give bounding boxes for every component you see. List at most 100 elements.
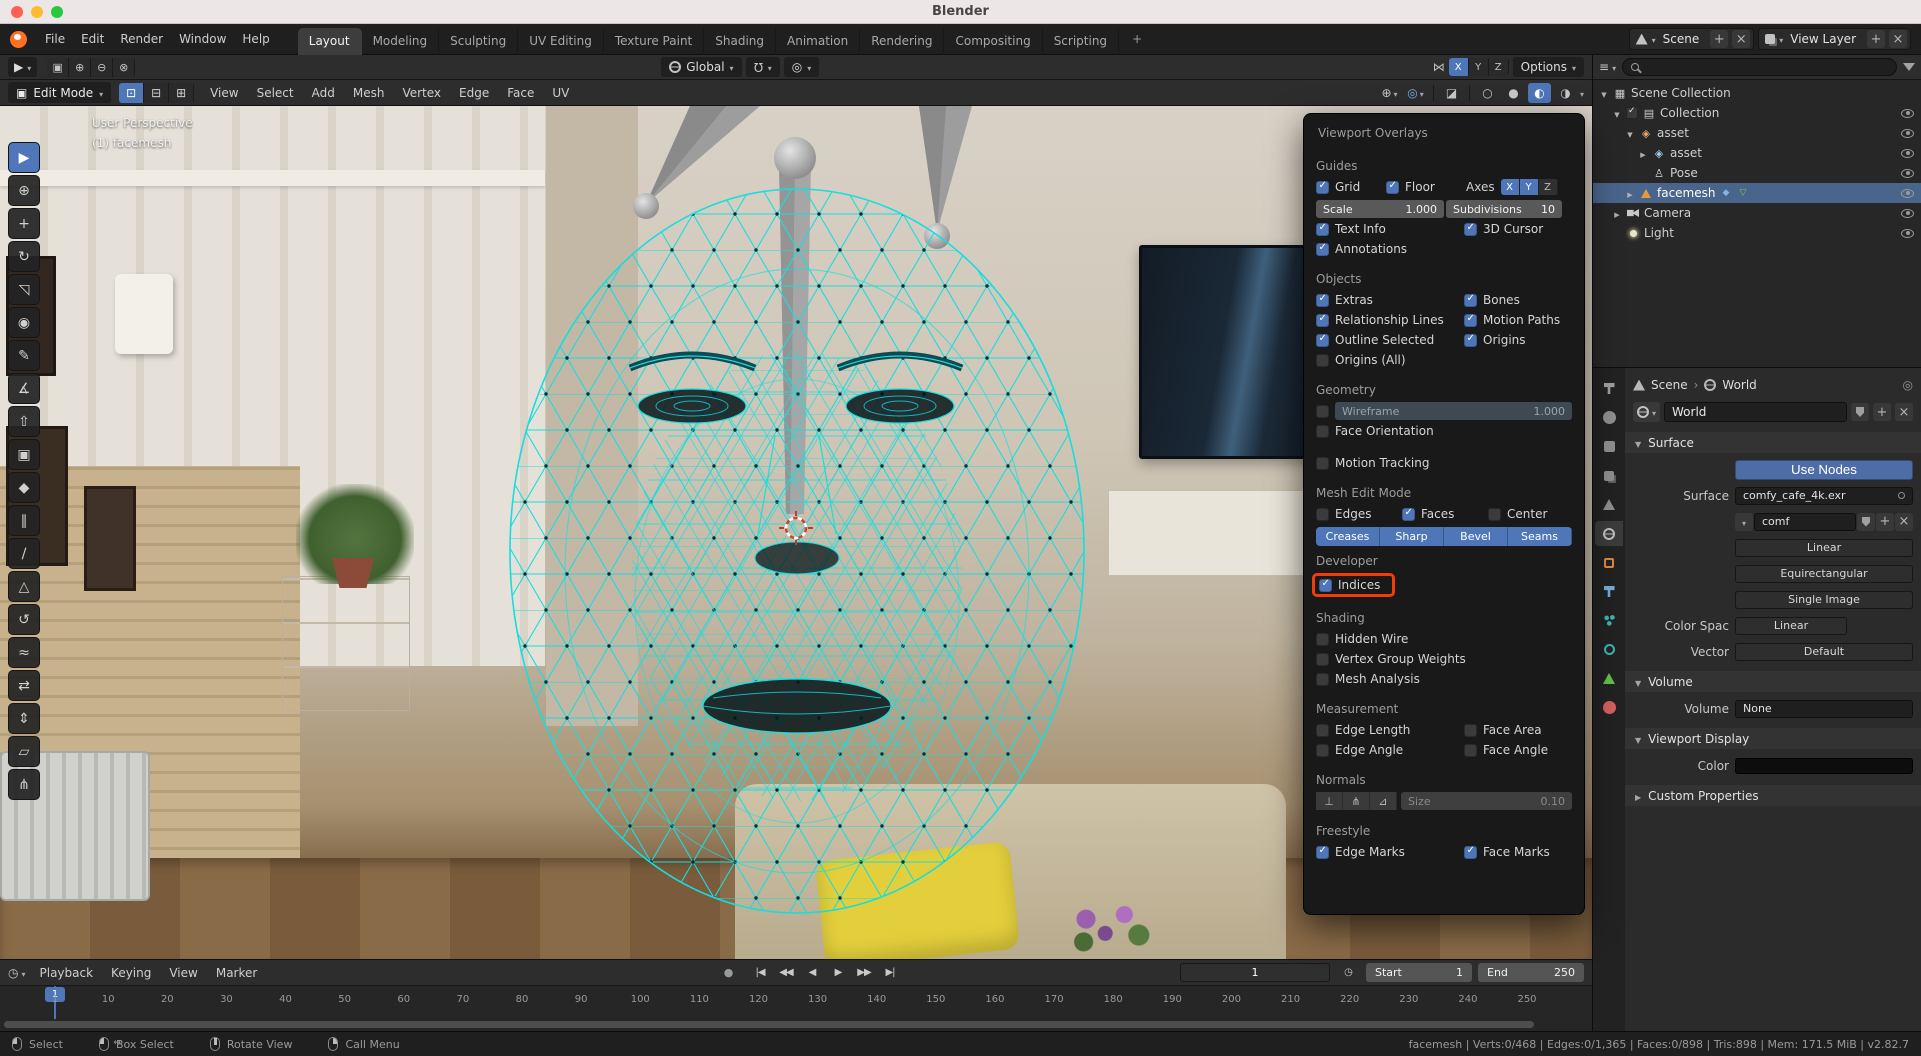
mirror-x-toggle[interactable]: X [1449, 58, 1469, 76]
split-normals-toggle[interactable] [1343, 792, 1370, 810]
tool-scale[interactable]: ◹ [8, 274, 40, 305]
zoom-window-button[interactable] [51, 6, 63, 18]
select-set-button[interactable]: ▣ [47, 58, 69, 77]
scene-selector[interactable]: Scene [1629, 28, 1755, 50]
visibility-eye-icon[interactable] [1901, 229, 1914, 238]
tool-cursor[interactable]: ⊕ [8, 175, 40, 206]
frame-ruler[interactable]: 1 11020304050607080901001101201301401501… [0, 986, 1592, 1019]
visibility-eye-icon[interactable] [1901, 149, 1914, 158]
new-scene-button[interactable] [1710, 30, 1728, 48]
tool-smooth[interactable]: ≈ [8, 637, 40, 668]
blender-logo-icon[interactable] [10, 31, 27, 48]
show-gizmo-toggle[interactable]: ⊕ [1378, 83, 1401, 103]
timeline-menu-keying[interactable]: Keying [103, 963, 159, 983]
timeline-menu-marker[interactable]: Marker [208, 963, 265, 983]
workspace-tab-sculpting[interactable]: Sculpting [439, 28, 518, 55]
vector-dropdown[interactable]: Default [1735, 643, 1913, 661]
image-new-button[interactable] [1876, 513, 1894, 531]
tool-poly-build[interactable]: △ [8, 571, 40, 602]
visibility-eye-icon[interactable] [1901, 189, 1914, 198]
bevel-toggle[interactable]: Bevel [1444, 527, 1508, 546]
select-subtract-button[interactable]: ⊖ [91, 58, 113, 77]
color-space-dropdown[interactable]: Linear [1735, 617, 1847, 635]
axis-z-toggle[interactable]: Z [1539, 179, 1558, 195]
outliner-row-asset[interactable]: asset [1593, 123, 1921, 143]
seams-toggle[interactable]: Seams [1508, 527, 1572, 546]
annotations-checkbox[interactable]: Annotations [1316, 242, 1407, 256]
edge-length-checkbox[interactable]: Edge Length [1316, 723, 1464, 737]
jump-to-end-button[interactable]: ▶| [878, 963, 902, 982]
face-normals-toggle[interactable] [1370, 792, 1397, 810]
tool-move[interactable]: + [8, 208, 40, 239]
disclosure-right-icon[interactable] [1625, 186, 1635, 200]
faces-checkbox[interactable]: Faces [1402, 507, 1488, 521]
xray-toggle[interactable]: ◪ [1440, 83, 1463, 103]
mirror-z-toggle[interactable]: Z [1489, 58, 1509, 76]
hidden-wire-checkbox[interactable]: Hidden Wire [1316, 632, 1408, 646]
outliner-row-pose[interactable]: Pose [1593, 163, 1921, 183]
relationship-lines-checkbox[interactable]: Relationship Lines [1316, 313, 1464, 327]
face-marks-checkbox[interactable]: Face Marks [1464, 845, 1550, 859]
menu-file[interactable]: File [37, 29, 73, 49]
play-reverse-button[interactable]: ◀ [800, 963, 824, 982]
outline-selected-checkbox[interactable]: Outline Selected [1316, 333, 1464, 347]
next-keyframe-button[interactable]: ▶▶ [852, 963, 876, 982]
new-view-layer-button[interactable] [1867, 30, 1885, 48]
viewport-menu-select[interactable]: Select [249, 83, 302, 103]
disclosure-down-icon[interactable] [1599, 86, 1609, 100]
properties-tab-output[interactable] [1595, 434, 1623, 459]
play-button[interactable]: ▶ [826, 963, 850, 982]
properties-tab-scene[interactable] [1595, 492, 1623, 517]
workspace-tab-rendering[interactable]: Rendering [860, 28, 944, 55]
normals-size-slider[interactable]: Size0.10 [1401, 792, 1572, 810]
workspace-tab-uv-editing[interactable]: UV Editing [518, 28, 604, 55]
outliner-row-light[interactable]: Light [1593, 223, 1921, 243]
grid-scale-slider[interactable]: Scale1.000 [1316, 200, 1444, 218]
outliner-row-scene-collection[interactable]: Scene Collection [1593, 83, 1921, 103]
properties-tab-render[interactable] [1595, 405, 1623, 430]
close-window-button[interactable] [11, 6, 23, 18]
interpolation-dropdown[interactable]: Linear [1735, 539, 1913, 557]
mirror-y-toggle[interactable]: Y [1469, 58, 1489, 76]
snapping-dropdown[interactable]: Ω [746, 57, 780, 77]
viewport-menu-view[interactable]: View [202, 83, 246, 103]
current-frame-field[interactable]: 1 [1180, 963, 1330, 982]
editor-type-dropdown[interactable]: ◷ [8, 966, 26, 980]
creases-toggle[interactable]: Creases [1316, 527, 1380, 546]
tool-measure[interactable]: ∡ [8, 373, 40, 404]
properties-tab-modifiers[interactable] [1595, 579, 1623, 604]
tool-extrude-region[interactable]: ⇧ [8, 406, 40, 437]
workspace-tab-compositing[interactable]: Compositing [944, 28, 1042, 55]
properties-tab-object[interactable] [1595, 550, 1623, 575]
vertex-select-mode-button[interactable]: ⊡ [119, 83, 144, 103]
use-preview-range-toggle[interactable]: ◷ [1336, 963, 1360, 982]
transform-orientation-dropdown[interactable]: Global [661, 57, 741, 77]
axis-y-toggle[interactable]: Y [1520, 179, 1539, 195]
tool-bevel[interactable]: ◆ [8, 472, 40, 503]
show-overlays-toggle[interactable]: ◎ [1404, 83, 1427, 103]
visibility-eye-icon[interactable] [1901, 209, 1914, 218]
properties-tab-world[interactable] [1595, 521, 1623, 546]
motion-paths-checkbox[interactable]: Motion Paths [1464, 313, 1560, 327]
viewport-color-swatch[interactable] [1735, 758, 1913, 774]
timeline-menu-playback[interactable]: Playback [32, 963, 102, 983]
delete-view-layer-button[interactable] [1889, 30, 1907, 48]
tool-rip-region[interactable]: ⋔ [8, 769, 40, 800]
tool-knife[interactable]: ∕ [8, 538, 40, 569]
view-layer-selector[interactable]: View Layer [1758, 28, 1911, 50]
workspace-tab-scripting[interactable]: Scripting [1043, 28, 1119, 55]
properties-tab-material[interactable] [1595, 695, 1623, 720]
menu-edit[interactable]: Edit [73, 29, 112, 49]
tool-loop-cut[interactable]: ∥ [8, 505, 40, 536]
properties-tab-particles[interactable] [1595, 608, 1623, 633]
viewport-menu-face[interactable]: Face [499, 83, 542, 103]
viewport-menu-vertex[interactable]: Vertex [394, 83, 449, 103]
properties-tab-physics[interactable] [1595, 637, 1623, 662]
tool-spin[interactable]: ↺ [8, 604, 40, 635]
motion-tracking-checkbox[interactable]: Motion Tracking [1316, 456, 1429, 470]
tool-annotate[interactable]: ✎ [8, 340, 40, 371]
edge-angle-checkbox[interactable]: Edge Angle [1316, 743, 1464, 757]
3d-cursor-checkbox[interactable]: 3D Cursor [1464, 222, 1543, 236]
viewport-menu-add[interactable]: Add [304, 83, 343, 103]
outliner-search-input[interactable] [1622, 58, 1897, 76]
